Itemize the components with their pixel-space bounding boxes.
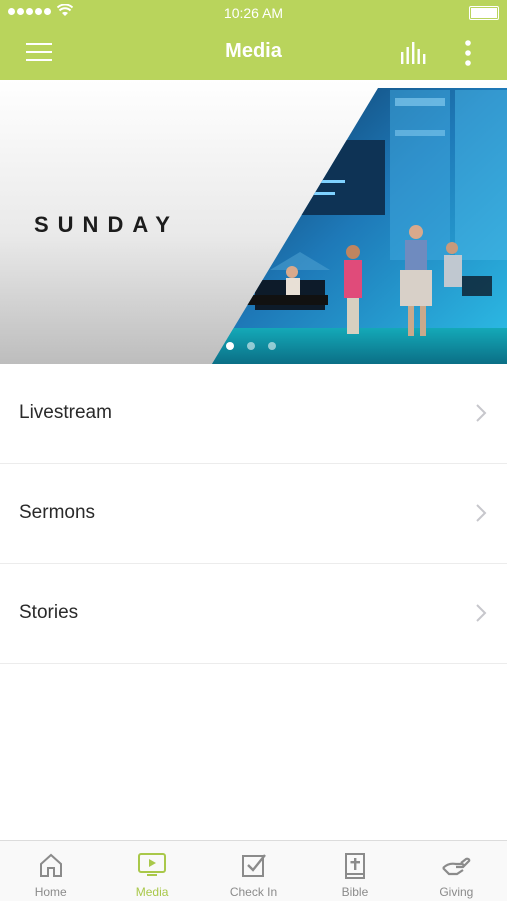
tab-label: Media bbox=[135, 885, 169, 899]
carousel-dot[interactable] bbox=[226, 342, 234, 350]
check-in-icon bbox=[241, 854, 266, 877]
home-icon bbox=[39, 853, 62, 877]
giving-icon bbox=[442, 857, 471, 876]
bottom-tab-bar: Home Media Check In Bible Giving bbox=[0, 840, 507, 901]
chevron-right-icon bbox=[476, 404, 487, 422]
tab-label: Home bbox=[34, 885, 67, 899]
status-time: 10:26 AM bbox=[223, 5, 284, 21]
hero-banner-text: SUNDAY bbox=[34, 212, 179, 237]
carousel-dot[interactable] bbox=[247, 342, 255, 350]
more-options-icon[interactable] bbox=[458, 38, 478, 68]
bible-icon bbox=[344, 853, 365, 879]
menu-item-stories[interactable]: Stories bbox=[0, 564, 507, 664]
tab-label: Giving bbox=[439, 885, 474, 899]
tab-bible[interactable]: Bible bbox=[304, 841, 405, 901]
chevron-right-icon bbox=[476, 604, 487, 622]
media-icon bbox=[138, 853, 167, 876]
menu-item-label: Sermons bbox=[19, 502, 96, 523]
tab-check-in[interactable]: Check In bbox=[203, 841, 304, 901]
page-title: Media bbox=[225, 40, 282, 62]
media-menu-list: Livestream Sermons Stories bbox=[0, 364, 507, 664]
navigation-bar: Media bbox=[0, 26, 507, 80]
tab-giving[interactable]: Giving bbox=[406, 841, 507, 901]
battery-icon bbox=[469, 6, 499, 20]
audio-bars-icon[interactable] bbox=[400, 42, 430, 64]
tab-label: Check In bbox=[229, 885, 278, 899]
carousel-page-indicator[interactable] bbox=[226, 342, 276, 350]
menu-item-livestream[interactable]: Livestream bbox=[0, 364, 507, 464]
hero-carousel[interactable]: SUNDAY bbox=[0, 80, 507, 364]
menu-item-label: Livestream bbox=[19, 402, 112, 423]
menu-item-label: Stories bbox=[19, 602, 79, 623]
menu-item-sermons[interactable]: Sermons bbox=[0, 464, 507, 564]
carousel-dot[interactable] bbox=[268, 342, 276, 350]
tab-media[interactable]: Media bbox=[101, 841, 202, 901]
chevron-right-icon bbox=[476, 504, 487, 522]
tab-label: Bible bbox=[341, 885, 369, 899]
status-bar: 10:26 AM bbox=[0, 0, 507, 26]
tab-home[interactable]: Home bbox=[0, 841, 101, 901]
